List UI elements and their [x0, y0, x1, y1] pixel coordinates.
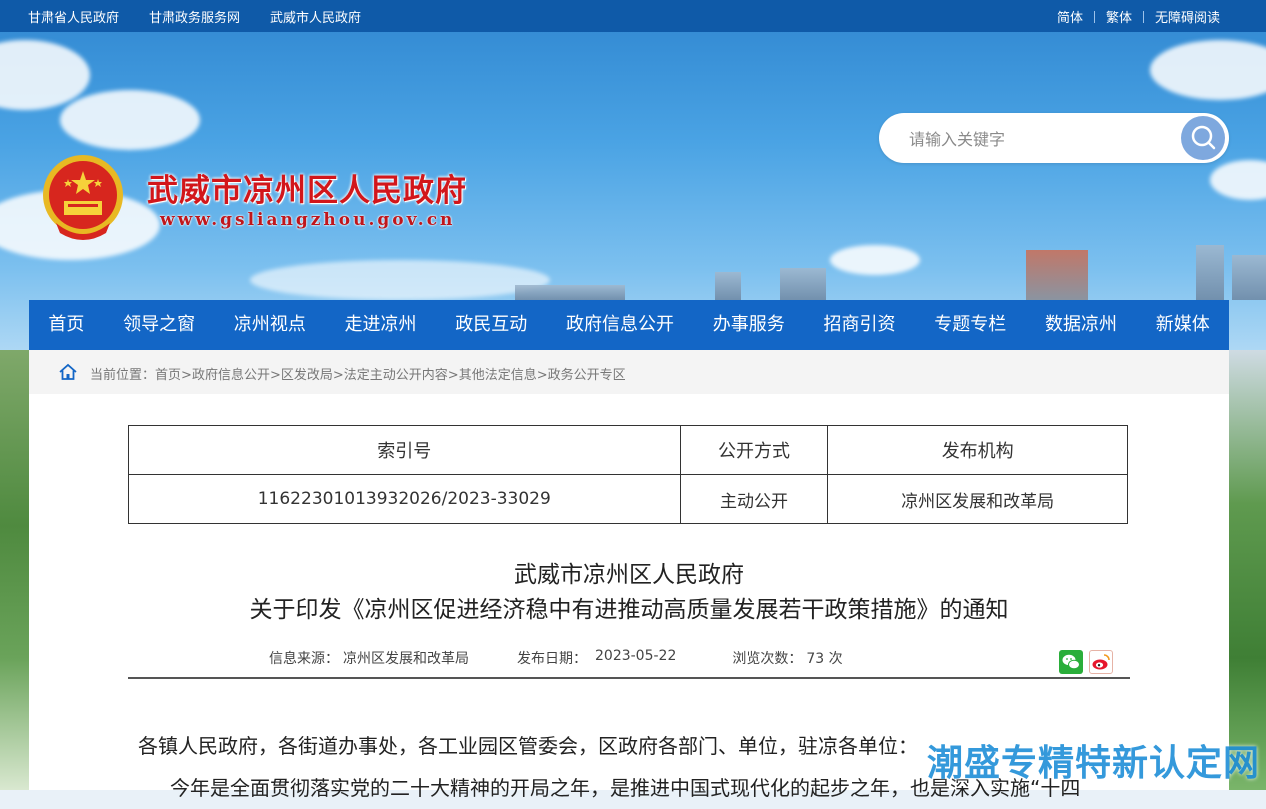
breadcrumb-separator: >: [269, 368, 281, 383]
search-button[interactable]: [1181, 116, 1225, 160]
date-value: 2023-05-22: [595, 648, 677, 664]
nav-topics[interactable]: 专题专栏: [915, 300, 1026, 350]
link-gansu-service[interactable]: 甘肃政务服务网: [149, 7, 240, 26]
document-title: 武威市凉州区人民政府 关于印发《凉州区促进经济稳中有进推动高质量发展若干政策措施…: [29, 558, 1229, 628]
source-label: 信息来源：: [269, 651, 339, 667]
table-row: 11622301013932026/2023-33029 主动公开 凉州区发展和…: [128, 474, 1128, 524]
link-wuwei-gov[interactable]: 武威市人民政府: [270, 7, 361, 26]
main-nav: 首页 领导之窗 凉州视点 走进凉州 政民互动 政府信息公开 办事服务 招商引资 …: [29, 300, 1229, 350]
breadcrumb-prefix: 当前位置：: [90, 368, 156, 383]
breadcrumb-separator: >: [447, 368, 459, 383]
breadcrumb-item[interactable]: 政务公开专区: [548, 368, 626, 383]
nav-investment[interactable]: 招商引资: [804, 300, 915, 350]
breadcrumb-item[interactable]: 政府信息公开: [192, 368, 270, 383]
nav-new-media[interactable]: 新媒体: [1136, 300, 1229, 350]
search-box: [879, 113, 1229, 163]
breadcrumb-item[interactable]: 其他法定信息: [459, 368, 537, 383]
link-gansu-gov[interactable]: 甘肃省人民政府: [28, 7, 119, 26]
nav-leaders[interactable]: 领导之窗: [104, 300, 215, 350]
document-title-line2: 关于印发《凉州区促进经济稳中有进推动高质量发展若干政策措施》的通知: [249, 597, 1009, 623]
breadcrumb-separator: >: [536, 368, 548, 383]
value-publisher: 凉州区发展和改革局: [827, 474, 1128, 524]
breadcrumb-trail: 当前位置：首页>政府信息公开>区发改局>法定主动公开内容>其他法定信息>政务公开…: [90, 364, 626, 383]
site-url: www.gsliangzhou.gov.cn: [160, 210, 456, 230]
site-title: 武威市凉州区人民政府: [147, 173, 467, 209]
link-simplified[interactable]: 简体: [1057, 7, 1083, 26]
value-disclosure-method: 主动公开: [679, 474, 829, 524]
breadcrumb: 当前位置：首页>政府信息公开>区发改局>法定主动公开内容>其他法定信息>政务公开…: [29, 350, 1229, 394]
wechat-icon[interactable]: [1059, 650, 1083, 674]
table-header-row: 索引号 公开方式 发布机构: [128, 425, 1128, 475]
home-icon[interactable]: [58, 363, 78, 381]
header-index-number: 索引号: [128, 425, 681, 475]
header-disclosure-method: 公开方式: [679, 425, 829, 475]
breadcrumb-separator: >: [181, 368, 192, 383]
document-info: 信息来源： 凉州区发展和改革局 发布日期： 2023-05-22 浏览次数： 7…: [269, 648, 843, 668]
scenery-right: [1228, 350, 1266, 790]
document-meta-table: 索引号 公开方式 发布机构 11622301013932026/2023-330…: [128, 425, 1128, 524]
nav-about[interactable]: 走进凉州: [325, 300, 436, 350]
nav-liangzhou-view[interactable]: 凉州视点: [214, 300, 325, 350]
top-links-right: 简体 繁体 无障碍阅读: [1057, 7, 1220, 26]
value-index-number: 11622301013932026/2023-33029: [128, 474, 681, 524]
search-icon: [1191, 125, 1216, 150]
link-accessibility[interactable]: 无障碍阅读: [1155, 7, 1220, 26]
header-publisher: 发布机构: [827, 425, 1128, 475]
views-label: 浏览次数：: [732, 651, 803, 667]
document-title-line1: 武威市凉州区人民政府: [514, 562, 744, 588]
top-bar: 甘肃省人民政府 甘肃政务服务网 武威市人民政府 简体 繁体 无障碍阅读: [0, 0, 1266, 32]
breadcrumb-item[interactable]: 法定主动公开内容: [344, 368, 448, 383]
divider: [1093, 10, 1095, 23]
top-links-left: 甘肃省人民政府 甘肃政务服务网 武威市人民政府: [28, 7, 361, 26]
content-panel: 当前位置：首页>政府信息公开>区发改局>法定主动公开内容>其他法定信息>政务公开…: [29, 350, 1229, 800]
nav-services[interactable]: 办事服务: [693, 300, 804, 350]
nav-info-disclosure[interactable]: 政府信息公开: [547, 300, 694, 350]
title-divider: [128, 677, 1130, 679]
watermark-text: 潮盛专精特新认定网: [926, 743, 1260, 784]
link-traditional[interactable]: 繁体: [1106, 7, 1132, 26]
breadcrumb-separator: >: [332, 368, 344, 383]
national-emblem-icon: [40, 153, 126, 243]
divider: [1142, 10, 1144, 23]
date-label: 发布日期：: [517, 651, 587, 667]
breadcrumb-item[interactable]: 首页: [155, 368, 181, 383]
views-value: 73 次: [806, 651, 843, 667]
nav-home[interactable]: 首页: [29, 300, 104, 350]
share-buttons: [1059, 650, 1113, 674]
nav-interaction[interactable]: 政民互动: [436, 300, 547, 350]
scenery-left: [0, 350, 30, 790]
search-input[interactable]: [907, 123, 1171, 155]
weibo-icon[interactable]: [1089, 650, 1113, 674]
nav-data[interactable]: 数据凉州: [1026, 300, 1137, 350]
breadcrumb-item[interactable]: 区发改局: [281, 368, 333, 383]
source-value: 凉州区发展和改革局: [343, 651, 469, 667]
